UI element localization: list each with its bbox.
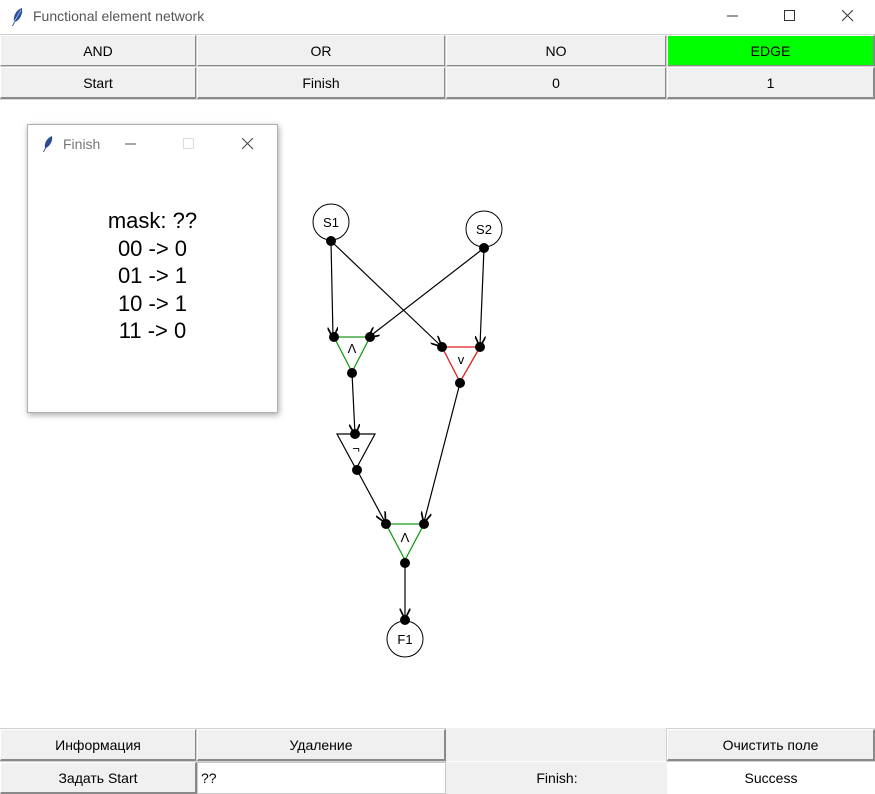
edge-s2-and1 (369, 247, 485, 337)
zero-button[interactable]: 0 (445, 66, 668, 100)
edge-s1-and1 (331, 240, 333, 337)
close-icon (842, 10, 854, 22)
and-gate-1-label: Λ (348, 341, 357, 356)
not-gate[interactable]: ¬ (335, 429, 377, 475)
finish-label: Finish: (446, 762, 668, 794)
or-gate[interactable]: v (437, 342, 485, 388)
truth-row: 11 -> 0 (118, 318, 187, 343)
s2-label: S2 (476, 222, 492, 237)
edge-or-and2 (424, 382, 461, 522)
edge-and1-not (352, 372, 355, 434)
result-field: Success (667, 762, 875, 794)
truth-row: 00 -> 0 (117, 235, 188, 261)
window-title: Functional element network (33, 8, 205, 24)
truth-row: 10 -> 1 (117, 290, 188, 316)
mask-line: mask: ?? (107, 208, 198, 233)
one-button[interactable]: 1 (666, 66, 875, 100)
or-gate-label: v (458, 352, 465, 367)
truth-table: mask: ?? 00 -> 0 01 -> 1 10 -> 1 11 -> 0 (28, 207, 277, 345)
maximize-icon (784, 10, 795, 21)
delete-button[interactable]: Удаление (196, 728, 447, 762)
popup-title: Finish (63, 136, 101, 152)
feather-icon (43, 136, 53, 152)
no-button[interactable]: NO (445, 34, 668, 68)
and-gate-1[interactable]: Λ (329, 332, 375, 378)
minimize-icon (727, 15, 738, 17)
edge-not-and2 (356, 469, 385, 522)
clear-field-button[interactable]: Очистить поле (666, 728, 875, 762)
finish-node-f1[interactable]: F1 (386, 615, 424, 658)
popup-maximize-button (178, 133, 200, 155)
maximize-icon (183, 138, 194, 149)
window-titlebar: Functional element network (0, 0, 875, 34)
and-gate-2-label: Λ (401, 530, 410, 545)
close-icon (242, 138, 254, 150)
finish-popup-window[interactable]: Finish mask: ?? 00 -> 0 01 -> 1 10 -> 1 … (27, 124, 278, 413)
start-node-s2[interactable]: S2 (465, 210, 503, 253)
and-gate-2[interactable]: Λ (381, 519, 429, 568)
s1-label: S1 (323, 215, 339, 230)
edge-s2-or (480, 247, 484, 346)
truth-row: 01 -> 1 (117, 263, 188, 288)
info-button[interactable]: Информация (0, 728, 198, 762)
edge-button[interactable]: EDGE (666, 34, 875, 68)
minimize-button[interactable] (705, 0, 761, 32)
close-button[interactable] (820, 0, 875, 32)
set-start-button[interactable]: Задать Start (0, 761, 198, 794)
f1-label: F1 (397, 632, 412, 647)
start-mask-input[interactable]: ?? (197, 762, 446, 794)
popup-minimize-button[interactable] (120, 133, 142, 155)
feather-icon (12, 8, 23, 26)
not-gate-label: ¬ (352, 441, 360, 456)
bottom-spacer (446, 728, 668, 761)
finish-button[interactable]: Finish (196, 66, 447, 100)
and-button[interactable]: AND (0, 34, 198, 68)
start-node-s1[interactable]: S1 (312, 203, 350, 246)
popup-close-button[interactable] (237, 133, 259, 155)
start-button[interactable]: Start (0, 66, 198, 100)
or-button[interactable]: OR (196, 34, 447, 68)
maximize-button[interactable] (762, 0, 818, 32)
minimize-icon (125, 143, 136, 145)
